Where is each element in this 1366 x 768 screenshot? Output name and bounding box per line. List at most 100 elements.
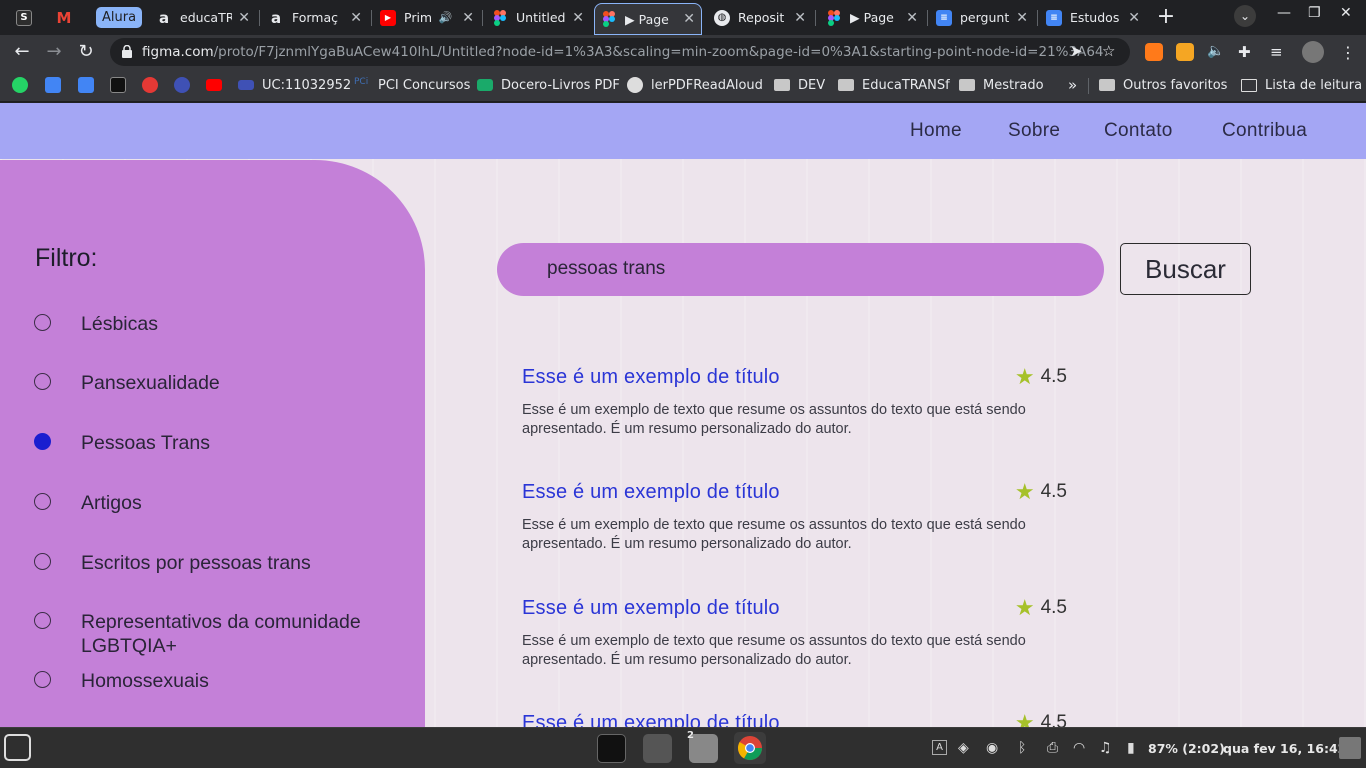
tab-repositorio[interactable]: ◍ Reposit ✕ <box>708 4 812 31</box>
extensions-puzzle-icon[interactable]: ✚ <box>1238 43 1256 61</box>
battery-icon[interactable]: ▮ <box>1127 740 1135 756</box>
reload-icon[interactable]: ↻ <box>74 40 98 64</box>
filter-option-homossexuais[interactable]: Homossexuais <box>34 669 209 693</box>
show-desktop-icon[interactable] <box>1339 737 1361 759</box>
tab-docs-estudos[interactable]: ≡ Estudos ✕ <box>1040 4 1146 31</box>
bookmark-folder-educatransf[interactable]: EducaTRANSf <box>838 76 950 94</box>
nav-sobre[interactable]: Sobre <box>1008 120 1060 142</box>
close-icon[interactable]: ✕ <box>572 10 584 26</box>
media-queue-icon[interactable]: ≡ <box>1270 43 1288 61</box>
radio-button[interactable] <box>34 493 51 510</box>
bookmark-lerpdf[interactable]: lerPDFReadAloud <box>627 76 763 94</box>
music-icon[interactable]: ♫ <box>1099 740 1112 756</box>
radio-button[interactable] <box>34 553 51 570</box>
bookmark-folder-mestrado[interactable]: Mestrado <box>959 76 1044 94</box>
tab-gmail[interactable]: M <box>50 4 86 31</box>
filter-option-lesbicas[interactable]: Lésbicas <box>34 312 158 336</box>
result-description: Esse é um exemplo de texto que resume os… <box>522 402 1026 437</box>
filter-option-artigos[interactable]: Artigos <box>34 491 142 515</box>
terminal-icon[interactable] <box>597 734 626 763</box>
bookmark-folder-dev[interactable]: DEV <box>774 76 825 94</box>
close-icon[interactable]: ✕ <box>1128 10 1140 26</box>
window-close-icon[interactable]: ✕ <box>1340 5 1352 21</box>
keyboard-layout-icon[interactable]: A <box>932 740 947 755</box>
nav-contato[interactable]: Contato <box>1104 120 1173 142</box>
clock[interactable]: qua fev 16, 16:42 <box>1223 741 1346 756</box>
printer-icon[interactable]: ⎙ <box>1047 740 1058 756</box>
close-icon[interactable]: ✕ <box>683 11 695 27</box>
nav-home[interactable]: Home <box>910 120 962 142</box>
bookmark-whatsapp[interactable] <box>12 76 36 94</box>
bookmark-folder-other[interactable]: Outros favoritos <box>1099 76 1227 94</box>
bookmark-calendar[interactable] <box>45 76 69 94</box>
more-bookmarks-button[interactable]: » <box>1068 76 1077 94</box>
radio-button[interactable] <box>34 671 51 688</box>
wifi-icon[interactable]: ◠ <box>1073 740 1085 756</box>
intel-icon[interactable]: ◉ <box>986 740 998 756</box>
filter-option-pessoas-trans[interactable]: Pessoas Trans <box>34 431 210 455</box>
gmail-icon: M <box>56 8 72 27</box>
nav-contribua[interactable]: Contribua <box>1222 120 1307 142</box>
minimize-icon[interactable]: — <box>1277 5 1291 21</box>
figma-icon <box>492 9 508 26</box>
radio-button[interactable] <box>34 612 51 629</box>
radio-button[interactable] <box>34 373 51 390</box>
close-icon[interactable]: ✕ <box>794 10 806 26</box>
tab-formacao[interactable]: a Formaç ✕ <box>262 4 368 31</box>
back-icon[interactable]: ← <box>10 40 34 64</box>
volume-icon[interactable]: 🔈 <box>1207 43 1225 61</box>
radio-button[interactable] <box>34 314 51 331</box>
send-icon[interactable]: ➤ <box>1070 42 1083 60</box>
tab-docs-pergunta[interactable]: ≡ pergunt ✕ <box>930 4 1034 31</box>
dropbox-icon[interactable]: ◈ <box>958 740 969 756</box>
tab-educatr[interactable]: a educaTR ✕ <box>150 4 256 31</box>
search-input[interactable] <box>547 256 1067 282</box>
result-title-link[interactable]: Esse é um exemplo de título <box>522 712 780 727</box>
extension-icon[interactable] <box>1145 43 1163 61</box>
radio-button-checked[interactable] <box>34 433 51 450</box>
result-title-link[interactable]: Esse é um exemplo de título <box>522 481 780 503</box>
speaker-icon[interactable]: 🔊 <box>439 11 453 24</box>
close-icon[interactable]: ✕ <box>1016 10 1028 26</box>
filter-option-escritos[interactable]: Escritos por pessoas trans <box>34 551 311 575</box>
site-header: Home Sobre Contato Contribua <box>0 103 1366 159</box>
bluetooth-icon[interactable]: ᛒ <box>1018 740 1026 756</box>
bookmark-pencil[interactable] <box>110 76 134 94</box>
close-icon[interactable]: ✕ <box>462 10 474 26</box>
tab-group-alura[interactable]: Alura <box>96 7 143 28</box>
calculator-icon[interactable] <box>643 734 672 763</box>
avatar[interactable] <box>1302 41 1324 63</box>
search-button[interactable]: Buscar <box>1120 243 1251 295</box>
tab-figma-page-active[interactable]: ▶ Page ✕ <box>594 3 702 35</box>
address-bar[interactable]: figma.com/proto/F7jznmlYgaBuACew410lhL/U… <box>110 38 1130 66</box>
tab-figma-page-2[interactable]: ▶ Page ✕ <box>820 4 924 31</box>
mint-menu-icon[interactable] <box>4 734 31 761</box>
chrome-taskbar-button[interactable] <box>734 732 766 764</box>
bookmark-uc[interactable]: UC:11032952 <box>238 76 351 94</box>
tab-search-icon[interactable]: ⌄ <box>1234 5 1256 27</box>
bookmark-c[interactable] <box>174 76 198 94</box>
filter-option-representativos[interactable]: Representativos da comunidade LGBTQIA+ <box>34 610 361 658</box>
new-tab-button[interactable]: + <box>1154 6 1178 30</box>
c-icon <box>174 77 190 93</box>
bookmark-docero[interactable]: Docero-Livros PDF <box>477 76 620 94</box>
bookmark-docs[interactable] <box>78 76 102 94</box>
tab-youtube[interactable]: ▶ Prim 🔊 ✕ <box>374 4 480 31</box>
filter-option-pansexualidade[interactable]: Pansexualidade <box>34 371 220 395</box>
bookmark-youtube[interactable] <box>206 76 230 94</box>
result-title-link[interactable]: Esse é um exemplo de título <box>522 597 780 619</box>
maximize-icon[interactable]: ❐ <box>1308 5 1321 21</box>
tab-sublime[interactable]: S <box>10 4 46 31</box>
menu-kebab-icon[interactable]: ⋮ <box>1340 43 1358 62</box>
extension-face-icon[interactable] <box>1176 43 1194 61</box>
close-icon[interactable]: ✕ <box>350 10 362 26</box>
close-icon[interactable]: ✕ <box>906 10 918 26</box>
reading-list-button[interactable]: Lista de leitura <box>1241 76 1362 94</box>
result-title-link[interactable]: Esse é um exemplo de título <box>522 366 780 388</box>
forward-icon[interactable]: → <box>42 40 66 64</box>
close-icon[interactable]: ✕ <box>238 10 250 26</box>
bookmark-radio[interactable] <box>142 76 166 94</box>
bookmark-pci[interactable]: PCi PCI Concursos <box>354 76 470 94</box>
tab-figma-untitled[interactable]: Untitled ✕ <box>486 4 590 31</box>
bookmark-star-icon[interactable]: ☆ <box>1102 42 1115 60</box>
